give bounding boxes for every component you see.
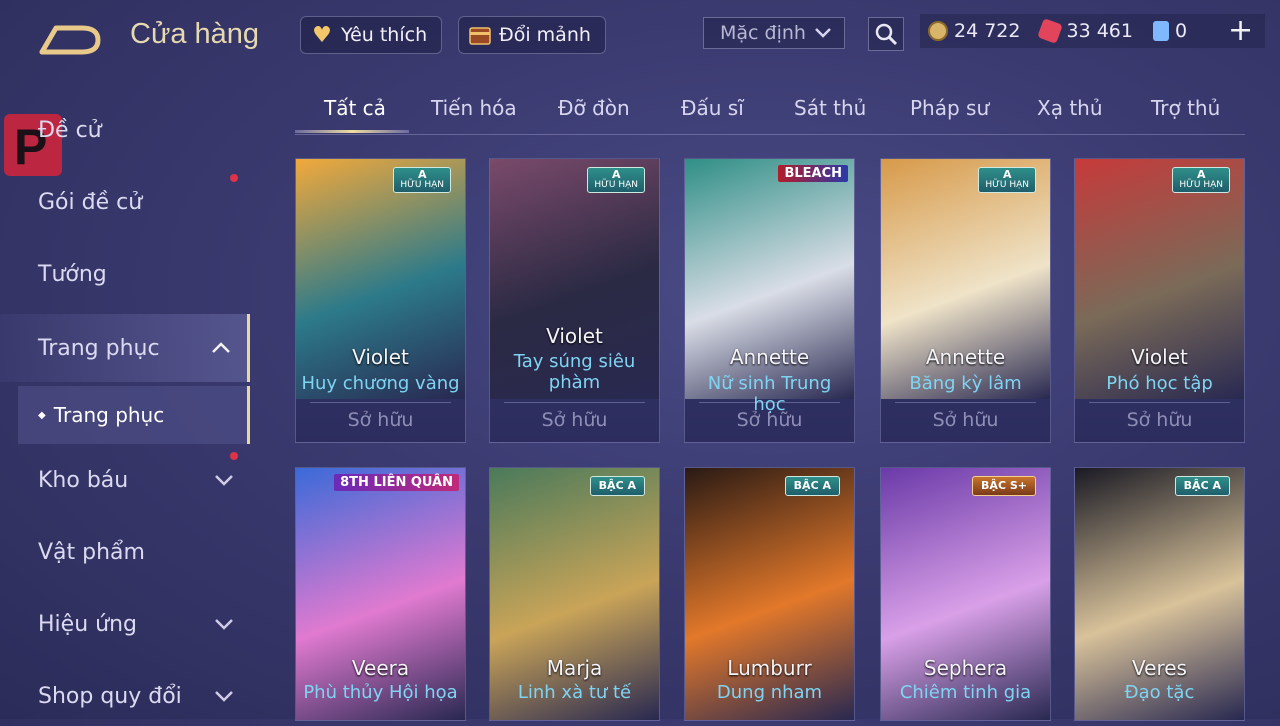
skin-card[interactable]: BẬC S+ Sephera Chiêm tinh gia bbox=[880, 467, 1051, 721]
sort-select[interactable]: Mặc định bbox=[703, 17, 845, 49]
skin-name: Huy chương vàng bbox=[301, 373, 460, 394]
hero-name: Marja bbox=[546, 656, 603, 680]
rank-badge: A HỮU HẠN bbox=[587, 167, 645, 193]
skin-card[interactable]: BLEACH Annette Nữ sinh Trung học Sở hữu bbox=[684, 158, 855, 443]
divider bbox=[310, 402, 451, 403]
sidebar-item-treasure[interactable]: Kho báu bbox=[0, 450, 250, 510]
sidebar-item-effects[interactable]: Hiệu ứng bbox=[0, 594, 250, 654]
chevron-up-icon bbox=[212, 342, 230, 353]
chevron-down-icon bbox=[215, 691, 233, 702]
skin-name: Chiêm tinh gia bbox=[899, 682, 1032, 703]
sidebar: Đề cử Gói đề cử Tướng Trang phục ◆ Trang… bbox=[0, 92, 250, 719]
favorites-button[interactable]: ♥ Yêu thích bbox=[300, 16, 443, 54]
chevron-down-icon bbox=[215, 619, 233, 630]
ruby-icon bbox=[1037, 18, 1064, 44]
skin-card[interactable]: A HỮU HẠN Violet Phó học tập Sở hữu bbox=[1074, 158, 1245, 443]
hero-name: Veera bbox=[351, 656, 410, 680]
hero-name: Violet bbox=[352, 345, 409, 369]
sort-value: Mặc định bbox=[720, 22, 806, 44]
notification-dot bbox=[230, 174, 238, 182]
sidebar-item-heroes[interactable]: Tướng bbox=[0, 244, 250, 304]
anniversary-logo: 8TH LIÊN QUÂN bbox=[334, 474, 459, 491]
rank-badge: BẬC A bbox=[1174, 476, 1230, 496]
divider bbox=[699, 402, 840, 403]
hero-name: Annette bbox=[729, 345, 810, 369]
divider bbox=[1089, 402, 1230, 403]
diamond-bullet-icon: ◆ bbox=[38, 409, 46, 421]
sidebar-item-recommended[interactable]: Đề cử bbox=[0, 100, 250, 160]
gold-coin-icon bbox=[928, 21, 948, 41]
add-currency-button[interactable]: + bbox=[1228, 16, 1253, 46]
category-tabs: Tất cả Tiến hóa Đỡ đòn Đấu sĩ Sát thủ Ph… bbox=[295, 92, 1245, 135]
page-title: Cửa hàng bbox=[130, 18, 260, 50]
sidebar-item-skins[interactable]: Trang phục bbox=[0, 314, 250, 382]
chest-icon bbox=[467, 22, 493, 48]
hero-name: Veres bbox=[1132, 656, 1187, 680]
ownership-status: Sở hữu bbox=[541, 409, 608, 431]
tab-all[interactable]: Tất cả bbox=[324, 96, 386, 120]
divider bbox=[504, 402, 645, 403]
search-button[interactable] bbox=[868, 17, 904, 51]
hero-name: Violet bbox=[1131, 345, 1188, 369]
tab-evolution[interactable]: Tiến hóa bbox=[431, 96, 517, 120]
hero-name: Annette bbox=[925, 345, 1006, 369]
skin-card[interactable]: 8TH LIÊN QUÂN Veera Phù thủy Hội họa bbox=[295, 467, 466, 721]
tab-marksman[interactable]: Xạ thủ bbox=[1037, 96, 1103, 120]
gold-currency: 24 722 bbox=[928, 20, 1020, 42]
ownership-status: Sở hữu bbox=[736, 409, 803, 431]
skin-card[interactable]: A HỮU HẠN Violet Tay súng siêu phàm Sở hữ… bbox=[489, 158, 660, 443]
rank-badge: A HỮU HẠN bbox=[393, 167, 451, 193]
sidebar-item-bundles[interactable]: Gói đề cử bbox=[0, 172, 250, 232]
skin-card[interactable]: A HỮU HẠN Violet Huy chương vàng Sở hữu bbox=[295, 158, 466, 443]
tab-support[interactable]: Trợ thủ bbox=[1151, 96, 1220, 120]
divider bbox=[895, 402, 1036, 403]
collab-logo: BLEACH bbox=[778, 165, 848, 182]
favorites-label: Yêu thích bbox=[341, 24, 428, 46]
heart-icon: ♥ bbox=[312, 22, 332, 48]
ownership-status: Sở hữu bbox=[1126, 409, 1193, 431]
tab-mage[interactable]: Pháp sư bbox=[910, 96, 989, 120]
rank-badge: BẬC A bbox=[784, 476, 840, 496]
tab-fighter[interactable]: Đấu sĩ bbox=[681, 96, 744, 120]
skin-card[interactable]: BẬC A Veres Đạo tặc bbox=[1074, 467, 1245, 721]
search-icon bbox=[875, 23, 898, 46]
ownership-status: Sở hữu bbox=[932, 409, 999, 431]
card-icon bbox=[1152, 21, 1169, 41]
currency-bar: 24 722 33 461 0 bbox=[920, 14, 1265, 48]
sidebar-item-items[interactable]: Vật phẩm bbox=[0, 522, 250, 582]
skin-name: Băng kỳ lâm bbox=[909, 373, 1022, 394]
skin-name: Phó học tập bbox=[1106, 373, 1213, 394]
skin-card[interactable]: A HỮU HẠN Annette Băng kỳ lâm Sở hữu bbox=[880, 158, 1051, 443]
top-bar: Cửa hàng ♥ Yêu thích Đổi mảnh Mặc định 2… bbox=[0, 0, 1280, 80]
hero-name: Lumburr bbox=[727, 656, 812, 680]
exchange-button[interactable]: Đổi mảnh bbox=[458, 16, 606, 54]
hero-name: Violet bbox=[546, 324, 603, 348]
tab-assassin[interactable]: Sát thủ bbox=[794, 96, 866, 120]
skin-name: Dung nham bbox=[716, 682, 823, 703]
skin-card[interactable]: BẬC A Lumburr Dung nham bbox=[684, 467, 855, 721]
voucher-currency: 33 461 bbox=[1037, 18, 1133, 44]
rank-badge: A HỮU HẠN bbox=[978, 167, 1036, 193]
rank-badge: A HỮU HẠN bbox=[1172, 167, 1230, 193]
sidebar-item-exchange-shop[interactable]: Shop quy đổi bbox=[0, 666, 250, 726]
notification-dot bbox=[230, 452, 238, 460]
active-tab-indicator bbox=[295, 130, 409, 133]
hero-name: Sephera bbox=[923, 656, 1008, 680]
back-button[interactable] bbox=[38, 24, 102, 56]
skin-card[interactable]: BẬC A Marja Linh xà tư tế bbox=[489, 467, 660, 721]
back-arrow-icon bbox=[39, 25, 101, 55]
exchange-label: Đổi mảnh bbox=[499, 24, 591, 46]
tab-tank[interactable]: Đỡ đòn bbox=[558, 96, 630, 120]
skin-name: Tay súng siêu phàm bbox=[513, 351, 636, 393]
sidebar-subitem-skins[interactable]: ◆ Trang phục bbox=[18, 386, 250, 444]
rank-badge: BẬC A bbox=[589, 476, 645, 496]
chevron-down-icon bbox=[815, 28, 831, 38]
skin-name: Đạo tặc bbox=[1124, 682, 1195, 703]
ownership-status: Sở hữu bbox=[347, 409, 414, 431]
rank-badge: BẬC S+ bbox=[972, 476, 1036, 496]
chevron-down-icon bbox=[215, 475, 233, 486]
skin-name: Linh xà tư tế bbox=[517, 682, 632, 703]
card-currency: 0 bbox=[1152, 20, 1187, 42]
skin-name: Phù thủy Hội họa bbox=[303, 682, 458, 703]
